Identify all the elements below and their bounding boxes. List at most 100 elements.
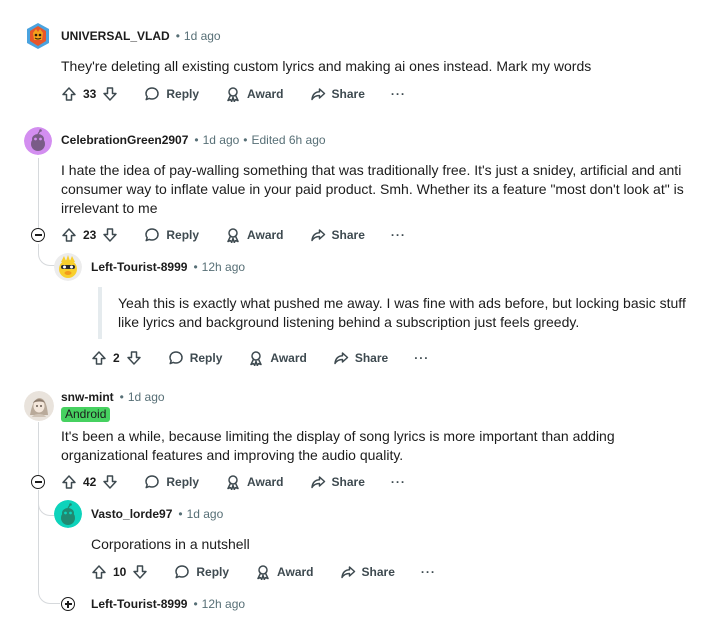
avatar[interactable] [24,22,52,50]
share-label: Share [354,351,389,365]
award-label: Award [270,351,307,365]
username-link[interactable]: UNIVERSAL_VLAD [61,29,170,43]
separator-dot: • [178,507,183,521]
upvote-button[interactable] [61,86,77,102]
share-button[interactable]: Share [333,350,388,366]
avatar[interactable] [54,253,82,281]
more-options-button[interactable]: ··· [414,351,429,365]
share-button[interactable]: Share [310,86,365,102]
comment-body: It's been a while, because limiting the … [61,428,615,463]
comment-body: They're deleting all existing custom lyr… [61,58,592,74]
comment-bubble-icon [175,565,190,579]
share-icon [340,566,355,579]
upvote-button[interactable] [61,474,77,490]
timestamp[interactable]: 1d ago [187,507,224,521]
downvote-icon [126,351,141,365]
collapse-thread-button[interactable] [31,228,45,242]
collapse-thread-button[interactable] [31,475,45,489]
vote-count: 23 [83,228,97,242]
comment-actions: 42 Reply Award Share ··· [61,470,406,494]
more-options-button[interactable]: ··· [421,565,436,579]
separator-dot: • [243,133,248,147]
reply-button[interactable]: Reply [174,564,229,580]
share-icon [310,88,325,101]
comment-actions: 10 Reply Award Share ··· [91,560,436,584]
timestamp[interactable]: 1d ago [184,29,221,43]
downvote-button[interactable] [126,350,142,366]
username-link[interactable]: CelebrationGreen2907 [61,133,188,147]
timestamp[interactable]: 12h ago [202,260,245,274]
downvote-button[interactable] [132,564,148,580]
edited-label: Edited 6h ago [251,133,326,147]
reply-label: Reply [196,565,230,579]
avatar[interactable] [24,127,52,155]
more-options-button[interactable]: ··· [391,475,406,489]
award-label: Award [277,565,314,579]
more-options-button[interactable]: ··· [391,87,406,101]
award-button[interactable]: Award [248,350,307,366]
reply-button[interactable]: Reply [168,350,223,366]
reply-label: Reply [166,87,200,101]
award-button[interactable]: Award [225,86,284,102]
timestamp[interactable]: 1d ago [128,390,165,404]
timestamp[interactable]: 12h ago [202,597,245,611]
downvote-button[interactable] [102,227,118,243]
user-flair: Android [61,405,111,423]
comment-meta: UNIVERSAL_VLAD • 1d ago [61,28,221,44]
username-link[interactable]: Vasto_lorde97 [91,507,172,521]
upvote-button[interactable] [91,350,107,366]
vote-count: 10 [113,565,127,579]
share-button[interactable]: Share [310,474,365,490]
comment-bubble-icon [168,351,183,365]
reply-button[interactable]: Reply [144,227,199,243]
award-button[interactable]: Award [255,564,314,580]
award-button[interactable]: Award [225,474,284,490]
upvote-icon [92,565,106,579]
comment-meta: snw-mint • 1d ago [61,389,165,405]
minus-icon [34,234,42,236]
reply-label: Reply [189,351,223,365]
award-icon [257,565,269,580]
comment-body: I hate the idea of pay-walling something… [61,162,684,216]
comment-meta: Left-Tourist-8999 • 12h ago [91,259,245,275]
downvote-icon [133,565,148,579]
reply-button[interactable]: Reply [144,474,199,490]
username-link[interactable]: Left-Tourist-8999 [91,597,187,611]
award-button[interactable]: Award [225,227,284,243]
timestamp[interactable]: 1d ago [203,133,240,147]
upvote-button[interactable] [91,564,107,580]
award-label: Award [247,87,284,101]
award-label: Award [247,228,284,242]
share-button[interactable]: Share [340,564,395,580]
share-button[interactable]: Share [310,227,365,243]
award-icon [227,87,239,102]
username-link[interactable]: Left-Tourist-8999 [91,260,187,274]
downvote-button[interactable] [102,86,118,102]
downvote-icon [103,475,118,489]
comment-bubble-icon [145,228,160,242]
thread-line[interactable] [38,158,39,228]
thread-line[interactable] [38,422,39,475]
downvote-button[interactable] [102,474,118,490]
award-icon [227,228,239,243]
vote-count: 33 [83,87,97,101]
reply-button[interactable]: Reply [144,86,199,102]
avatar[interactable] [54,500,82,528]
blockquote [98,287,102,339]
vote-count: 2 [113,351,120,365]
downvote-icon [103,87,118,101]
username-link[interactable]: snw-mint [61,390,114,404]
more-options-button[interactable]: ··· [391,228,406,242]
comment-meta: Vasto_lorde97 • 1d ago [91,506,223,522]
expand-thread-button[interactable] [61,597,75,611]
share-label: Share [361,565,395,579]
upvote-button[interactable] [61,227,77,243]
separator-dot: • [119,390,124,404]
avatar[interactable] [24,391,54,421]
separator-dot: • [194,133,199,147]
quote-text: Yeah this is exactly what pushed me away… [118,295,686,330]
share-label: Share [331,228,365,242]
vote-count: 42 [83,475,97,489]
share-label: Share [331,475,365,489]
comment-meta: Left-Tourist-8999 • 12h ago [91,596,245,612]
